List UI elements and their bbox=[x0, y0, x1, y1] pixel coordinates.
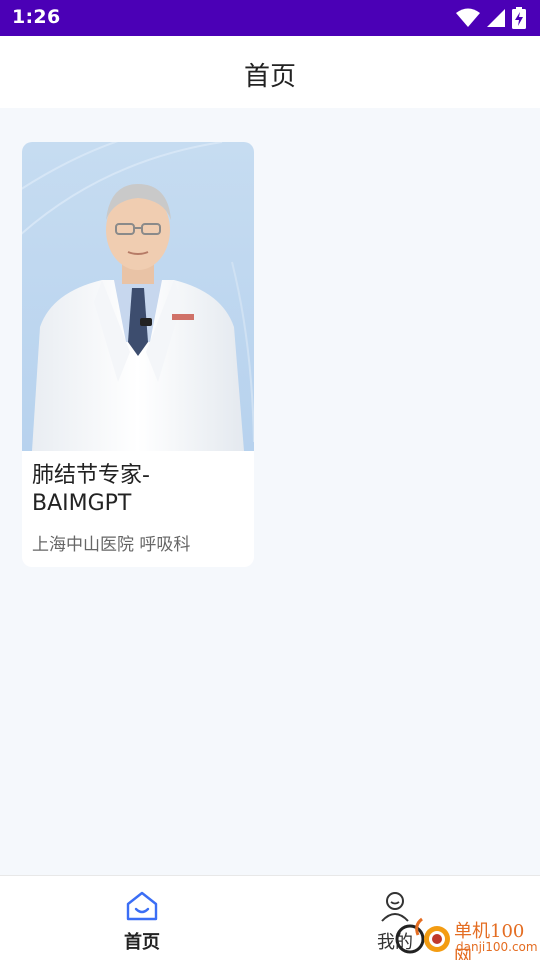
nav-label-home: 首页 bbox=[124, 932, 160, 953]
watermark-url: danji100.com bbox=[456, 940, 538, 954]
home-icon bbox=[125, 891, 159, 926]
status-icons bbox=[456, 7, 526, 33]
nav-item-home[interactable]: 首页 bbox=[92, 890, 192, 954]
main-content: 肺结节专家-BAIMGPT 上海中山医院 呼吸科 bbox=[0, 108, 540, 875]
signal-icon bbox=[486, 8, 506, 32]
watermark-logo-icon bbox=[392, 917, 454, 960]
status-bar: 1:26 bbox=[0, 0, 540, 36]
page-title: 首页 bbox=[243, 62, 296, 92]
wifi-icon bbox=[456, 8, 480, 32]
card-subtitle: 上海中山医院 呼吸科 bbox=[32, 535, 191, 555]
status-time: 1:26 bbox=[12, 6, 61, 28]
card-title: 肺结节专家-BAIMGPT bbox=[32, 463, 150, 516]
doctor-portrait bbox=[22, 142, 254, 451]
assistant-card[interactable]: 肺结节专家-BAIMGPT 上海中山医院 呼吸科 bbox=[22, 142, 254, 567]
battery-charging-icon bbox=[512, 7, 526, 33]
watermark: 单机100网 danji100.com bbox=[392, 915, 540, 960]
app-header: 首页 bbox=[0, 36, 540, 108]
